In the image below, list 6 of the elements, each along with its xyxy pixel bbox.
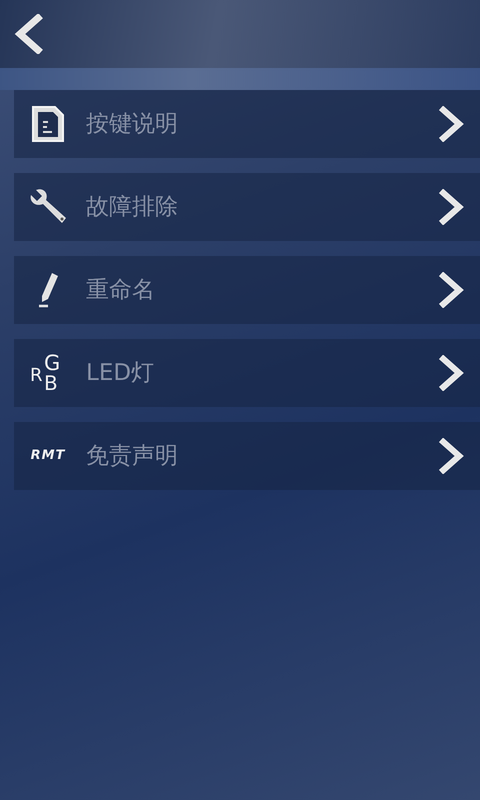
menu-item[interactable]: RMT 免责声明 — [14, 422, 480, 490]
brand-logo: RMT — [30, 447, 66, 466]
menu-item[interactable]: 按键说明 — [14, 90, 480, 158]
document-icon — [30, 105, 66, 143]
menu-item[interactable]: 重命名 — [14, 256, 480, 324]
menu-item[interactable]: 故障排除 — [14, 173, 480, 241]
